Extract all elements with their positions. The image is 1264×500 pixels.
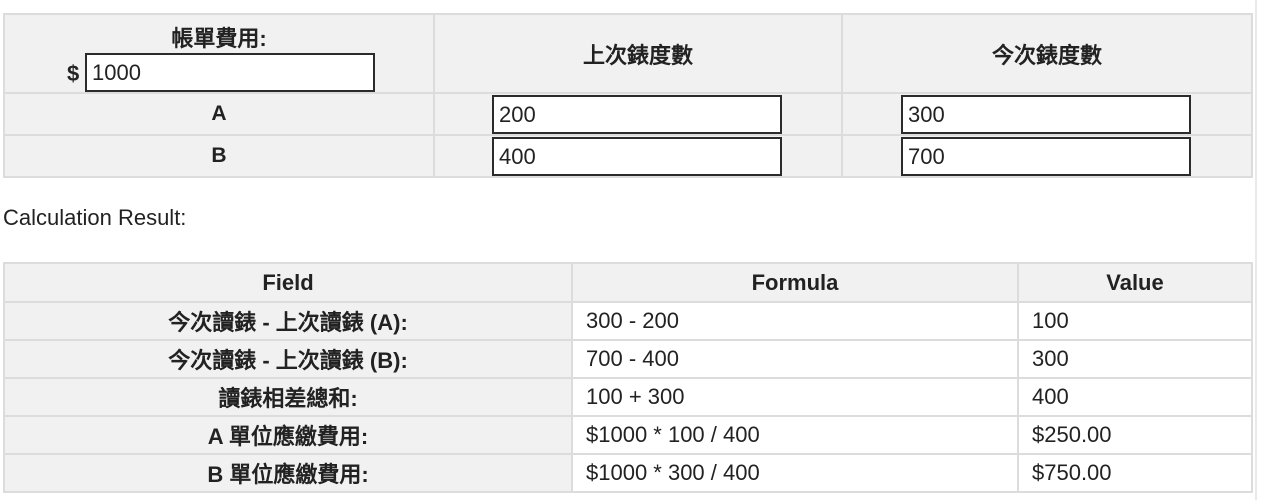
field-cell: A 單位應繳費用: [3,415,573,455]
formula-cell: $1000 * 300 / 400 [571,453,1019,493]
value-column-header: Value [1017,262,1253,303]
value-cell: $750.00 [1017,453,1253,493]
formula-cell: $1000 * 100 / 400 [571,415,1019,455]
page-right-border [1255,0,1257,500]
unit-a-last-reading-input[interactable] [492,95,782,134]
formula-cell: 700 - 400 [571,339,1019,379]
formula-cell: 300 - 200 [571,301,1019,341]
unit-a-row: A [3,92,1253,136]
last-reading-header: 上次錶度數 [433,13,843,94]
field-column-header: Field [3,262,573,303]
value-cell: 300 [1017,339,1253,379]
meter-input-table: 帳單費用: $ 上次錶度數 今次錶度數 A B [3,13,1253,178]
bill-amount-label: 帳單費用: [171,26,267,51]
calculation-result-table: Field Formula Value 今次讀錶 - 上次讀錶 (A): 300… [3,262,1253,493]
field-cell: 讀錶相差總和: [3,377,573,417]
unit-b-last-cell [433,134,843,178]
field-cell: 今次讀錶 - 上次讀錶 (A): [3,301,573,341]
unit-a-label: A [3,92,435,136]
currency-symbol: $ [67,61,80,86]
table-row: 讀錶相差總和: 100 + 300 400 [3,377,1253,417]
value-cell: 100 [1017,301,1253,341]
unit-a-last-cell [433,92,843,136]
value-cell: 400 [1017,377,1253,417]
table-row: A 單位應繳費用: $1000 * 100 / 400 $250.00 [3,415,1253,455]
input-header-row: 帳單費用: $ 上次錶度數 今次錶度數 [3,13,1253,94]
result-header-row: Field Formula Value [3,262,1253,303]
unit-b-current-cell [841,134,1253,178]
field-cell: B 單位應繳費用: [3,453,573,493]
current-reading-header: 今次錶度數 [841,13,1253,94]
unit-b-row: B [3,134,1253,178]
table-row: 今次讀錶 - 上次讀錶 (A): 300 - 200 100 [3,301,1253,341]
value-cell: $250.00 [1017,415,1253,455]
bill-amount-cell: 帳單費用: $ [3,13,435,94]
formula-cell: 100 + 300 [571,377,1019,417]
field-cell: 今次讀錶 - 上次讀錶 (B): [3,339,573,379]
unit-b-current-reading-input[interactable] [901,137,1191,176]
unit-a-current-reading-input[interactable] [901,95,1191,134]
unit-b-label: B [3,134,435,178]
formula-column-header: Formula [571,262,1019,303]
unit-b-last-reading-input[interactable] [492,137,782,176]
table-row: B 單位應繳費用: $1000 * 300 / 400 $750.00 [3,453,1253,493]
calculation-result-label: Calculation Result: [3,205,187,230]
unit-a-current-cell [841,92,1253,136]
bill-amount-input[interactable] [85,53,375,92]
table-row: 今次讀錶 - 上次讀錶 (B): 700 - 400 300 [3,339,1253,379]
